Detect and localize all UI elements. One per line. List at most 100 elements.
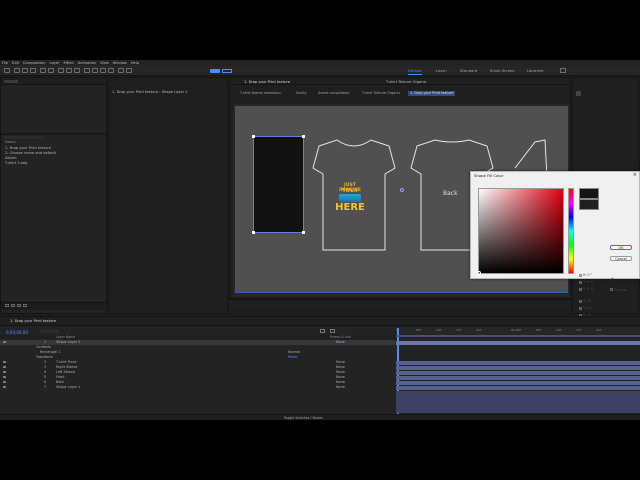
layer-track[interactable] xyxy=(396,386,640,390)
menu-file[interactable]: File xyxy=(2,61,8,65)
eyedropper-icon[interactable]: ✎ xyxy=(611,277,616,284)
menu-window[interactable]: Window xyxy=(113,61,127,65)
visibility-eye-icon[interactable] xyxy=(3,386,6,388)
zoom-tool-icon[interactable] xyxy=(30,68,36,73)
green-field[interactable]: G: 20 xyxy=(579,306,592,310)
handle-bottom-left[interactable] xyxy=(252,231,255,234)
tshirt-back-label: Back xyxy=(443,190,458,197)
anchor-point-icon[interactable] xyxy=(400,188,404,192)
menu-layer[interactable]: Layer xyxy=(49,61,59,65)
cancel-button[interactable]: Cancel xyxy=(610,256,632,261)
interpret-footage-icon[interactable] xyxy=(5,304,9,307)
new-folder-icon[interactable] xyxy=(11,304,15,307)
current-color-swatch xyxy=(579,199,599,210)
eraser-tool-icon[interactable] xyxy=(108,68,114,73)
home-icon[interactable] xyxy=(4,68,10,73)
graph-editor-icon[interactable] xyxy=(330,329,335,333)
project-item-choose-name[interactable]: 2. Choose name and default xyxy=(5,151,56,155)
project-item-aep[interactable]: T-shirt 3.aep xyxy=(5,161,27,165)
workspace-default[interactable]: Default xyxy=(408,68,422,75)
hand-tool-icon[interactable] xyxy=(22,68,28,73)
handle-top-left[interactable] xyxy=(252,135,255,138)
hue-slider[interactable] xyxy=(568,188,574,274)
menu-edit[interactable]: Edit xyxy=(12,61,19,65)
roto-brush-tool-icon[interactable] xyxy=(118,68,124,73)
hue-field[interactable]: H: 0 ° xyxy=(579,273,592,277)
crumb-scene-compilation[interactable]: Scene compilation xyxy=(318,91,349,96)
camera-tool-icon[interactable] xyxy=(48,68,54,73)
visibility-eye-icon[interactable] xyxy=(3,366,6,368)
menu-help[interactable]: Help xyxy=(131,61,139,65)
crumb-drop-print[interactable]: 1. Drop your Print texture xyxy=(408,91,456,96)
handle-bottom-right[interactable] xyxy=(302,231,305,234)
visibility-eye-icon[interactable] xyxy=(3,371,6,373)
crumb-sanity[interactable]: Sanity xyxy=(296,91,307,96)
column-parent[interactable]: Parent & Link xyxy=(330,335,351,339)
project-search-field[interactable] xyxy=(4,136,44,139)
puppet-tool-icon[interactable] xyxy=(126,68,132,73)
project-item-album[interactable]: Album xyxy=(5,156,17,160)
menu-animation[interactable]: Animation xyxy=(78,61,96,65)
layer-track[interactable] xyxy=(396,371,640,375)
workspace-libraries[interactable]: Libraries xyxy=(527,68,543,73)
shirt-print-line3: HERE xyxy=(335,202,365,213)
info-swatch xyxy=(576,91,581,96)
type-tool-icon[interactable] xyxy=(84,68,90,73)
menu-composition[interactable]: Composition xyxy=(23,61,45,65)
effect-controls-header: 1. Drop your Print texture › Shape Layer… xyxy=(112,90,188,94)
preview-checkbox[interactable]: Preview xyxy=(610,288,626,292)
project-item-drop-print[interactable]: 1. Drop your Print texture xyxy=(5,146,51,150)
toggle-switches-modes[interactable]: Toggle Switches / Modes xyxy=(284,416,323,420)
rotate-tool-icon[interactable] xyxy=(40,68,46,73)
visibility-eye-icon[interactable] xyxy=(3,361,6,363)
layer-track[interactable] xyxy=(396,366,640,370)
saturation-brightness-field[interactable] xyxy=(477,188,564,275)
layer-row[interactable]: 7 Shape Layer 1 None xyxy=(0,385,395,390)
pen-tool-icon[interactable] xyxy=(74,68,80,73)
brush-tool-icon[interactable] xyxy=(92,68,98,73)
layer-track[interactable] xyxy=(396,376,640,380)
visibility-eye-icon[interactable] xyxy=(3,381,6,383)
project-tab[interactable] xyxy=(4,80,18,83)
crumb-theme-animation[interactable]: T-shirt theme animation xyxy=(240,91,281,96)
ok-button[interactable]: OK xyxy=(610,245,632,250)
workspace-learn[interactable]: Learn xyxy=(436,68,447,73)
clone-stamp-tool-icon[interactable] xyxy=(100,68,106,73)
viewer-tab-comp[interactable]: 1. Drop your Print texture xyxy=(244,80,290,84)
menu-view[interactable]: View xyxy=(100,61,109,65)
visibility-eye-icon[interactable] xyxy=(3,341,6,343)
red-field[interactable]: R: 20 xyxy=(579,299,591,303)
workspace-standard[interactable]: Standard xyxy=(460,68,477,73)
layer-track[interactable] xyxy=(396,361,640,365)
handle-top-right[interactable] xyxy=(302,135,305,138)
crumb-texture-organic[interactable]: T-shirt Texture Organic xyxy=(362,91,400,96)
stroke-color-swatch[interactable] xyxy=(222,69,232,73)
visibility-eye-icon[interactable] xyxy=(3,376,6,378)
viewer-footer-controls xyxy=(229,299,571,308)
brightness-field[interactable]: B: 8 % xyxy=(579,287,593,291)
menu-effect[interactable]: Effect xyxy=(63,61,73,65)
rectangle-tool-icon[interactable] xyxy=(66,68,72,73)
layer-track[interactable] xyxy=(396,341,640,345)
trash-icon[interactable] xyxy=(23,304,27,307)
new-composition-icon[interactable] xyxy=(17,304,21,307)
column-layer-name[interactable]: Layer Name xyxy=(56,335,75,339)
color-picker-cursor[interactable] xyxy=(477,271,481,275)
selection-tool-icon[interactable] xyxy=(14,68,20,73)
motion-blur-icon[interactable] xyxy=(320,329,325,333)
pan-behind-tool-icon[interactable] xyxy=(58,68,64,73)
project-divider xyxy=(1,133,108,135)
search-help-icon[interactable] xyxy=(560,68,566,73)
fill-color-swatch[interactable] xyxy=(210,69,220,73)
saturation-field[interactable]: S: 0 % xyxy=(579,280,593,284)
timeline-search-field[interactable] xyxy=(40,330,60,333)
work-area-bar[interactable] xyxy=(396,335,640,337)
after-effects-window: File Edit Composition Layer Effect Anima… xyxy=(0,60,640,420)
shape-layer-rectangle[interactable] xyxy=(252,135,305,234)
dialog-close-icon[interactable]: × xyxy=(633,172,637,178)
workspace-small-screen[interactable]: Small Screen xyxy=(490,68,515,73)
timeline-tab[interactable]: 1. Drop your Print texture xyxy=(10,319,56,323)
viewer-tab-texture[interactable]: T-shirt Texture Organic xyxy=(386,80,427,84)
layer-track[interactable] xyxy=(396,381,640,385)
new-color-swatch xyxy=(579,188,599,199)
